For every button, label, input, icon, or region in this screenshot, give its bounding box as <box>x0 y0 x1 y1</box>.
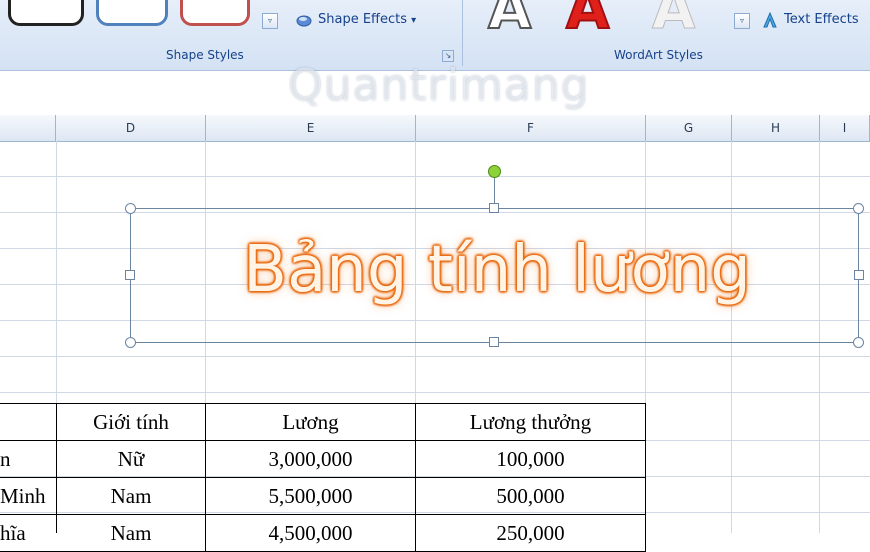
table-header-cell[interactable] <box>0 404 57 441</box>
shape-styles-more-button[interactable]: ▿ <box>262 13 278 29</box>
text-effects-icon <box>762 11 778 28</box>
table-cell-salary[interactable]: 5,500,000 <box>206 478 416 515</box>
gridline <box>0 392 870 393</box>
resize-handle-top-right[interactable] <box>853 203 864 214</box>
resize-handle-top-left[interactable] <box>125 203 136 214</box>
chevron-down-icon: ▾ <box>411 15 417 26</box>
table-header-gender[interactable]: Giới tính <box>57 404 206 441</box>
column-header-e[interactable]: E <box>206 115 416 141</box>
text-effects-label: Text Effects <box>784 12 859 27</box>
table-cell-gender[interactable]: Nữ <box>57 441 206 478</box>
resize-handle-top[interactable] <box>489 203 499 213</box>
table-cell-name[interactable]: n <box>0 441 57 478</box>
shape-effects-icon <box>296 12 312 28</box>
column-header-h[interactable]: H <box>732 115 820 141</box>
column-header-i[interactable]: I <box>820 115 870 141</box>
wordart-styles-more-button[interactable]: ▿ <box>734 13 750 29</box>
table-cell-salary[interactable]: 3,000,000 <box>206 441 416 478</box>
table-header-salary[interactable]: Lương <box>206 404 416 441</box>
table-cell-salary[interactable]: 4,500,000 <box>206 515 416 552</box>
text-effects-button[interactable]: Text Effects <box>784 12 859 27</box>
shape-style-red[interactable] <box>180 0 250 26</box>
shape-effects-label: Shape Effects <box>318 12 408 27</box>
gridline <box>0 356 870 357</box>
table-cell-bonus[interactable]: 250,000 <box>416 515 646 552</box>
shape-effects-button[interactable]: Shape Effects ▾ <box>318 12 416 27</box>
group-separator <box>462 0 463 66</box>
shape-styles-group-label: Shape Styles <box>166 48 244 62</box>
wordart-style-red[interactable]: A <box>565 0 610 39</box>
resize-handle-bottom-right[interactable] <box>853 337 864 348</box>
column-header-d[interactable]: D <box>56 115 206 141</box>
column-header-g[interactable]: G <box>646 115 732 141</box>
table-header-bonus[interactable]: Lương thưởng <box>416 404 646 441</box>
wordart-style-light[interactable]: A <box>651 0 695 38</box>
gridline <box>0 176 870 177</box>
column-header-blank[interactable] <box>0 115 56 141</box>
wordart-style-plain[interactable]: A <box>487 0 532 39</box>
table-cell-bonus[interactable]: 100,000 <box>416 441 646 478</box>
table-cell-gender[interactable]: Nam <box>57 478 206 515</box>
wordart-styles-group-label: WordArt Styles <box>614 48 703 62</box>
wordart-title[interactable]: Bảng tính lương <box>134 228 860 328</box>
column-header-f[interactable]: F <box>416 115 646 141</box>
rotation-handle[interactable] <box>488 165 501 178</box>
table-cell-name[interactable]: Minh <box>0 478 57 515</box>
watermark-logo: Quantrimang <box>288 60 590 111</box>
resize-handle-bottom[interactable] <box>489 337 499 347</box>
table-cell-bonus[interactable]: 500,000 <box>416 478 646 515</box>
table-cell-name[interactable]: hĩa <box>0 515 57 552</box>
table-cell-gender[interactable]: Nam <box>57 515 206 552</box>
resize-handle-bottom-left[interactable] <box>125 337 136 348</box>
shape-style-blue[interactable] <box>96 0 168 26</box>
column-header-row: D E F G H I <box>0 115 870 142</box>
shape-style-black[interactable] <box>8 0 84 26</box>
